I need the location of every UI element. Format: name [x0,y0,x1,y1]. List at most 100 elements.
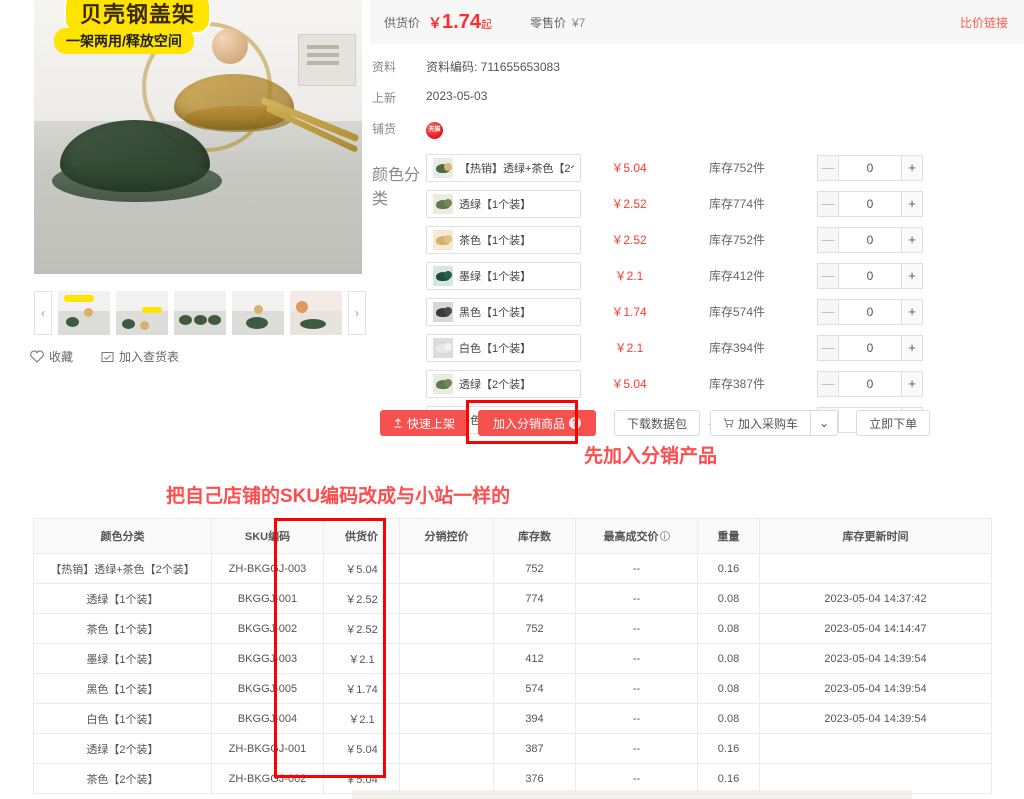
help-icon[interactable]: ? [569,417,582,429]
td-supply-price: ￥1.74 [323,673,400,704]
qty-decrement-button[interactable]: — [817,370,839,397]
td-color: 透绿【1个装】 [33,583,212,614]
td-updated: 2023-05-04 14:39:54 [759,643,992,674]
thumbnail-5[interactable] [290,291,342,335]
td-stock: 376 [493,763,576,794]
qty-input[interactable]: 0 [839,154,901,181]
thumbnail-3[interactable] [174,291,226,335]
td-max-deal: -- [575,733,698,764]
td-weight: 0.16 [697,553,760,584]
td-stock: 412 [493,643,576,674]
photo-green-tray [52,160,222,202]
qty-increment-button[interactable]: + [901,262,923,289]
qty-decrement-button[interactable]: — [817,334,839,361]
sku-option-stock: 库存574件 [708,305,766,319]
thumbnail-4[interactable] [232,291,284,335]
qty-increment-button[interactable]: + [901,190,923,217]
table-row: 透绿【1个装】 BKGGJ-001 ￥2.52 774 -- 0.08 2023-05-04… [33,583,992,614]
td-color: 【热销】透绿+茶色【2个装】 [33,553,212,584]
sku-option-5[interactable]: 白色【1个装】 [426,333,581,362]
qty-decrement-button[interactable]: — [817,154,839,181]
photo-subtitle-badge: 一架两用/释放空间 [54,28,194,54]
add-distribution-button[interactable]: 加入分销商品 ? [478,410,597,436]
qty-input[interactable]: 0 [839,190,901,217]
td-supply-price: ￥2.1 [323,703,400,734]
add-to-cart-split-button: 加入采购车 ⌄ [710,410,839,436]
td-control-price [399,583,494,614]
thumb3-top [174,291,226,312]
thumbnail-next-button[interactable]: › [348,291,366,335]
td-control-price [399,763,494,794]
qty-input[interactable]: 0 [839,262,901,289]
td-updated [759,763,992,794]
td-stock: 394 [493,703,576,734]
sku-option-1[interactable]: 透绿【1个装】 [426,189,581,218]
td-max-deal: -- [575,703,698,734]
td-color: 茶色【1个装】 [33,613,212,644]
td-stock: 387 [493,733,576,764]
thumb3-item-a [179,315,192,325]
qty-increment-button[interactable]: + [901,226,923,253]
sku-detail-table: 颜色分类 SKU编码 供货价 分销控价 库存数 最高成交价 i 重量 库存更新时间… [33,518,992,794]
thumbnail-2[interactable] [116,291,168,335]
sku-option-0[interactable]: 【热销】透绿+茶色【2个... [426,153,581,182]
th-max-deal-price: 最高成交价 i [575,518,698,554]
qty-decrement-button[interactable]: — [817,298,839,325]
sku-option-6[interactable]: 透绿【2个装】 [426,369,581,398]
thumb3-item-c [208,315,221,325]
td-sku-code: BKGGJ-004 [211,703,324,734]
td-control-price [399,643,494,674]
sku-swatch-icon [433,265,453,286]
page-bottom-detail-image [352,790,912,799]
sku-option-stock: 库存387件 [708,377,766,391]
td-control-price [399,553,494,584]
sku-swatch-icon [433,301,453,322]
sku-row: 透绿【1个装】 ￥2.52 库存774件 —0 + [426,189,1024,219]
distribution-value: 天猫 [426,120,443,139]
add-to-cart-button[interactable]: 加入采购车 [710,410,811,436]
sku-quantity-stepper: —0+ [817,334,923,361]
buy-now-label: 立即下单 [869,416,918,431]
sku-option-2[interactable]: 茶色【1个装】 [426,225,581,254]
qty-decrement-button[interactable]: — [817,190,839,217]
qty-decrement-button[interactable]: — [817,226,839,253]
td-color: 白色【1个装】 [33,703,212,734]
qty-increment-button[interactable]: + [901,298,923,325]
new-arrival-row: 上新 2023-05-03 [370,89,1024,106]
qty-input[interactable]: 0 [839,226,901,253]
th-weight: 重量 [697,518,760,554]
sku-table-head: 颜色分类 SKU编码 供货价 分销控价 库存数 最高成交价 i 重量 库存更新时间 [33,518,992,554]
qty-increment-button[interactable]: + [901,370,923,397]
compare-price-link[interactable]: 比价链接 [960,14,1008,31]
product-gallery: 贝壳钢盖架 一架两用/释放空间 [34,0,362,274]
qty-decrement-button[interactable]: — [817,262,839,289]
qty-input[interactable]: 0 [839,370,901,397]
td-weight: 0.08 [697,673,760,704]
thumbnail-prev-button[interactable]: ‹ [34,291,52,335]
favorite-button[interactable]: 收藏 [30,348,73,365]
tmall-badge-icon[interactable]: 天猫 [426,121,443,139]
td-sku-code: ZH-BKGGJ-001 [211,733,324,764]
sku-option-label: 透绿【1个装】 [459,198,532,211]
sku-option-3[interactable]: 墨绿【1个装】 [426,261,581,290]
buy-now-button[interactable]: 立即下单 [856,410,931,436]
sku-swatch-icon [433,157,453,178]
retail-price-label: 零售价 [529,15,566,30]
download-package-button[interactable]: 下载数据包 [614,410,701,436]
info-circle-icon[interactable]: i [659,531,670,541]
sku-option-4[interactable]: 黑色【1个装】 [426,297,581,326]
qty-increment-button[interactable]: + [901,154,923,181]
th-stock: 库存数 [493,518,576,554]
td-supply-price: ￥2.1 [323,643,400,674]
td-color: 墨绿【1个装】 [33,643,212,674]
thumbnail-1[interactable] [58,291,110,335]
qty-increment-button[interactable]: + [901,334,923,361]
product-main-image[interactable]: 贝壳钢盖架 一架两用/释放空间 [34,0,362,274]
qty-input[interactable]: 0 [839,298,901,325]
add-to-cart-dropdown-toggle[interactable]: ⌄ [810,410,839,436]
retail-price: 零售价 ¥7 [530,14,585,31]
td-stock: 774 [493,583,576,614]
qty-input[interactable]: 0 [839,334,901,361]
add-to-checklist-button[interactable]: 加入查货表 [101,348,179,365]
quick-listing-button[interactable]: 快速上架 [380,410,469,436]
